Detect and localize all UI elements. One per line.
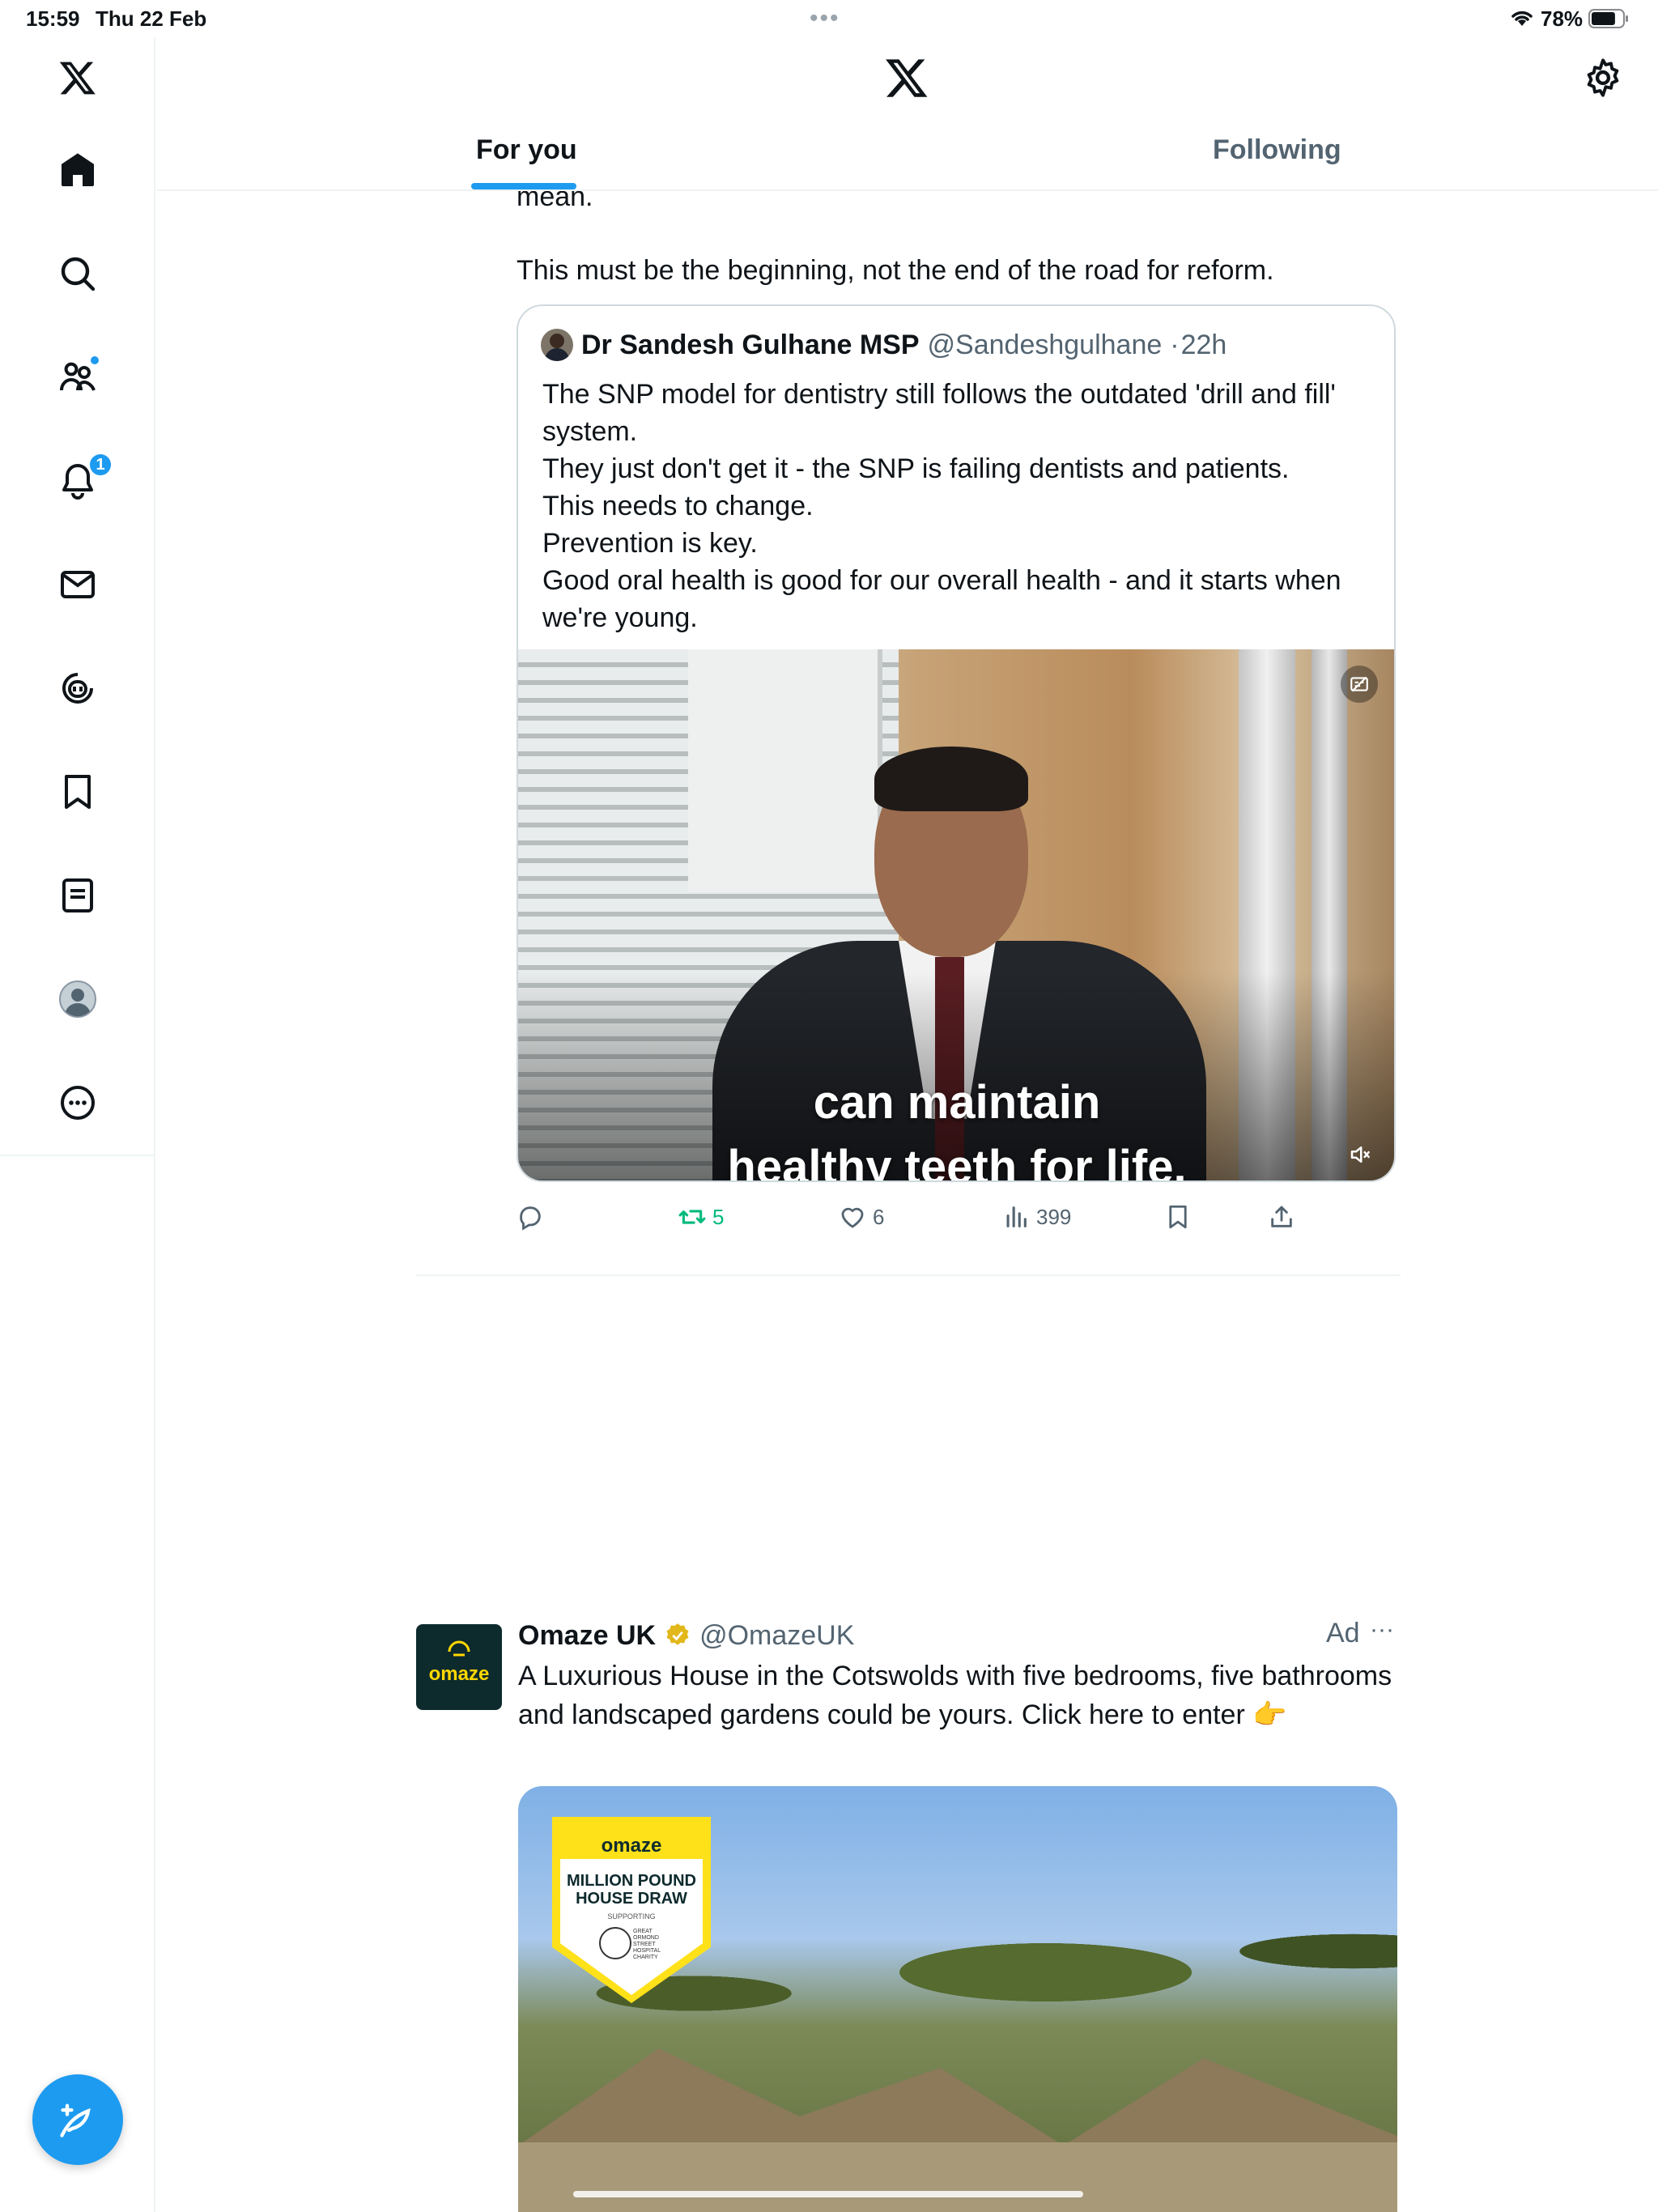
heart-icon xyxy=(841,1207,864,1228)
status-bar: 15:59 Thu 22 Feb ••• 78% xyxy=(0,0,1658,37)
mail-icon xyxy=(61,571,95,598)
share-icon xyxy=(1271,1206,1292,1227)
sidebar-item-more[interactable] xyxy=(45,1070,110,1135)
search-icon xyxy=(61,257,96,291)
ad-media-house-wall xyxy=(518,2142,1397,2212)
badge-brand: omaze xyxy=(601,1835,662,1857)
ad-header: Omaze UK @OmazeUK xyxy=(518,1618,854,1653)
views-chart-icon xyxy=(1006,1206,1027,1227)
battery-percent: 78% xyxy=(1541,6,1584,31)
sidebar-item-explore[interactable] xyxy=(45,241,110,306)
bookmark-icon xyxy=(65,775,91,809)
video-scrubber[interactable] xyxy=(573,2191,1083,2197)
lists-icon xyxy=(62,878,93,912)
video-caption: can maintain healthy teeth for life. xyxy=(518,1070,1394,1182)
omaze-logo-icon xyxy=(448,1640,470,1657)
notifications-badge: 1 xyxy=(87,452,113,478)
sidebar-item-lists[interactable] xyxy=(45,863,110,928)
sidebar-item-home[interactable] xyxy=(45,138,110,202)
gear-icon[interactable] xyxy=(1582,57,1624,99)
video-person-hair xyxy=(874,747,1028,811)
quoted-tweet-card[interactable]: Dr Sandesh Gulhane MSP @Sandeshgulhane ·… xyxy=(517,304,1396,1182)
like-button[interactable]: 6 xyxy=(839,1203,884,1231)
sidebar-nav: 1 xyxy=(0,37,155,2212)
share-button[interactable] xyxy=(1268,1203,1295,1231)
video-scene-window-pane xyxy=(688,649,882,892)
sidebar-item-messages[interactable] xyxy=(45,552,110,617)
like-count: 6 xyxy=(873,1204,885,1229)
verified-gold-icon xyxy=(666,1623,689,1645)
ad-author-name[interactable]: Omaze UK xyxy=(518,1620,656,1652)
views-count: 399 xyxy=(1036,1204,1072,1229)
active-tab-indicator xyxy=(471,183,576,189)
ad-logo-text: omaze xyxy=(428,1663,490,1685)
communities-new-dot xyxy=(89,355,100,366)
time-separator: · xyxy=(1170,329,1180,360)
badge-title: MILLION POUND HOUSE DRAW xyxy=(567,1872,696,1908)
quoted-tweet-time[interactable]: 22h xyxy=(1181,330,1227,361)
tweet-separator xyxy=(416,1274,1401,1276)
retweet-count: 5 xyxy=(712,1204,725,1229)
tweet-text: This must be the beginning, not the end … xyxy=(517,255,1274,286)
quoted-tweet-header: Dr Sandesh Gulhane MSP @Sandeshgulhane ·… xyxy=(541,329,1226,361)
wifi-icon xyxy=(1511,11,1533,26)
ad-media-video[interactable]: omaze MILLION POUND HOUSE DRAW SUPPORTIN… xyxy=(518,1786,1397,2212)
bookmark-button[interactable] xyxy=(1164,1203,1192,1231)
status-date: Thu 22 Feb xyxy=(96,6,207,31)
compose-feather-icon xyxy=(60,2104,91,2138)
sidebar-divider xyxy=(0,1155,155,1156)
bookmark-icon xyxy=(1169,1205,1187,1229)
sidebar-item-grok[interactable] xyxy=(45,656,110,721)
sidebar-x-logo[interactable] xyxy=(45,45,110,110)
badge-subtitle: SUPPORTING xyxy=(607,1912,656,1921)
retweet-button[interactable]: 5 xyxy=(678,1203,724,1231)
video-player[interactable]: can maintain healthy teeth for life. xyxy=(518,649,1394,1182)
tweet-action-bar: 5 6 399 xyxy=(517,1203,1399,1249)
video-caption-line-1: can maintain xyxy=(813,1076,1101,1129)
sidebar-item-bookmarks[interactable] xyxy=(45,759,110,824)
quoted-author-name[interactable]: Dr Sandesh Gulhane MSP xyxy=(581,330,920,361)
views-button[interactable]: 399 xyxy=(1002,1203,1071,1231)
ad-avatar[interactable]: omaze xyxy=(416,1624,502,1710)
home-icon xyxy=(62,153,94,186)
grok-icon xyxy=(62,673,93,704)
multitasking-dots-icon[interactable]: ••• xyxy=(810,5,840,32)
mute-icon[interactable] xyxy=(1342,1137,1378,1172)
badge-charity: GREAT ORMOND STREET HOSPITAL CHARITY xyxy=(633,1929,661,1960)
sidebar-item-profile[interactable] xyxy=(45,967,110,1032)
sidebar-item-notifications[interactable]: 1 xyxy=(45,449,113,513)
ad-label: Ad xyxy=(1326,1618,1360,1648)
tab-for-you[interactable]: For you xyxy=(476,134,577,166)
more-circle-icon xyxy=(61,1086,95,1120)
avatar[interactable] xyxy=(541,329,573,361)
sidebar-item-communities[interactable] xyxy=(45,345,110,410)
retweet-icon xyxy=(678,1210,706,1224)
quoted-tweet-body: The SNP model for dentistry still follow… xyxy=(542,379,1341,633)
video-caption-line-2: healthy teeth for life. xyxy=(727,1141,1187,1182)
more-options-button[interactable]: ··· xyxy=(1370,1616,1394,1644)
ad-author-handle[interactable]: @OmazeUK xyxy=(699,1620,854,1652)
x-logo-icon xyxy=(59,62,96,95)
quoted-author-handle[interactable]: @Sandeshgulhane xyxy=(928,330,1163,361)
x-logo-icon[interactable] xyxy=(884,55,929,100)
reply-icon xyxy=(520,1206,541,1231)
profile-avatar-icon xyxy=(59,981,96,1018)
reply-button[interactable] xyxy=(517,1203,551,1231)
battery-icon xyxy=(1588,9,1628,28)
tab-following[interactable]: Following xyxy=(1213,134,1341,166)
compose-button[interactable] xyxy=(32,2074,123,2165)
closed-captions-icon[interactable] xyxy=(1341,666,1378,703)
ad-text: A Luxurious House in the Cotswolds with … xyxy=(518,1661,1392,1730)
timeline-header: For you Following xyxy=(157,37,1658,191)
status-time: 15:59 xyxy=(26,6,80,31)
